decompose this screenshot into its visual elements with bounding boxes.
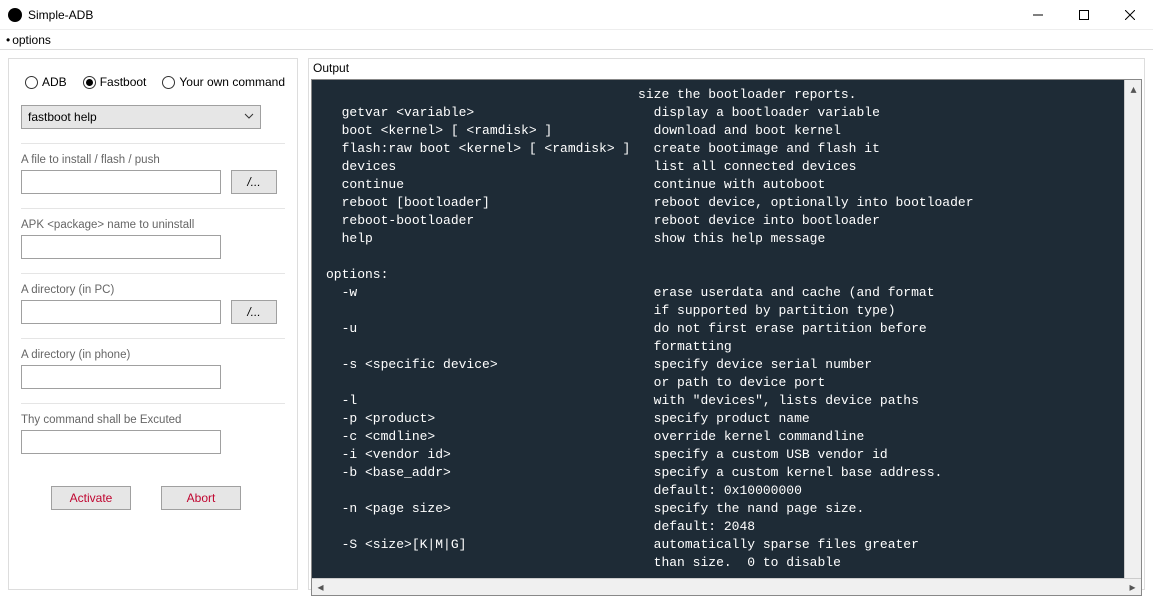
- file-section: A file to install / flash / push /...: [21, 143, 285, 194]
- content-area: ADB Fastboot Your own command fastboot h…: [0, 50, 1153, 598]
- right-panel: Output size the bootloader reports. getv…: [308, 58, 1145, 590]
- dir-pc-section: A directory (in PC) /...: [21, 273, 285, 324]
- scroll-right-icon[interactable]: ▸: [1124, 579, 1141, 596]
- command-combo[interactable]: fastboot help: [21, 105, 261, 129]
- radio-fastboot[interactable]: Fastboot: [83, 75, 147, 89]
- scroll-track[interactable]: [329, 579, 1124, 596]
- abort-button[interactable]: Abort: [161, 486, 241, 510]
- dir-pc-label: A directory (in PC): [21, 284, 285, 296]
- file-browse-button[interactable]: /...: [231, 170, 277, 194]
- vertical-scrollbar[interactable]: ▴: [1124, 80, 1141, 578]
- scroll-up-icon[interactable]: ▴: [1125, 80, 1142, 97]
- file-label: A file to install / flash / push: [21, 154, 285, 166]
- dir-pc-browse-button[interactable]: /...: [231, 300, 277, 324]
- app-icon: [8, 8, 22, 22]
- minimize-button[interactable]: [1015, 0, 1061, 30]
- titlebar: Simple-ADB: [0, 0, 1153, 30]
- dir-phone-section: A directory (in phone): [21, 338, 285, 389]
- output-terminal[interactable]: size the bootloader reports. getvar <var…: [312, 80, 1141, 578]
- radio-own-command[interactable]: Your own command: [162, 75, 285, 89]
- window-title: Simple-ADB: [28, 8, 93, 22]
- file-input[interactable]: [21, 170, 221, 194]
- mode-radio-group: ADB Fastboot Your own command: [21, 71, 285, 91]
- dir-phone-input[interactable]: [21, 365, 221, 389]
- menu-options[interactable]: options: [6, 33, 51, 47]
- dir-pc-input[interactable]: [21, 300, 221, 324]
- close-button[interactable]: [1107, 0, 1153, 30]
- radio-fastboot-label: Fastboot: [100, 75, 147, 89]
- radio-adb[interactable]: ADB: [25, 75, 67, 89]
- chevron-down-icon: [244, 110, 254, 124]
- activate-button[interactable]: Activate: [51, 486, 131, 510]
- action-row: Activate Abort: [21, 486, 285, 510]
- terminal-container: size the bootloader reports. getvar <var…: [311, 79, 1142, 596]
- scroll-left-icon[interactable]: ◂: [312, 579, 329, 596]
- cmd-label: Thy command shall be Excuted: [21, 414, 285, 426]
- window-buttons: [1015, 0, 1153, 30]
- left-panel: ADB Fastboot Your own command fastboot h…: [8, 58, 298, 590]
- command-combo-value: fastboot help: [28, 110, 97, 124]
- radio-adb-label: ADB: [42, 75, 67, 89]
- apk-input[interactable]: [21, 235, 221, 259]
- cmd-input[interactable]: [21, 430, 221, 454]
- cmd-section: Thy command shall be Excuted: [21, 403, 285, 454]
- apk-section: APK <package> name to uninstall: [21, 208, 285, 259]
- maximize-button[interactable]: [1061, 0, 1107, 30]
- dir-phone-label: A directory (in phone): [21, 349, 285, 361]
- menubar: options: [0, 30, 1153, 50]
- output-label: Output: [309, 59, 1144, 77]
- radio-owncmd-label: Your own command: [179, 75, 285, 89]
- horizontal-scrollbar[interactable]: ◂ ▸: [312, 578, 1141, 595]
- apk-label: APK <package> name to uninstall: [21, 219, 285, 231]
